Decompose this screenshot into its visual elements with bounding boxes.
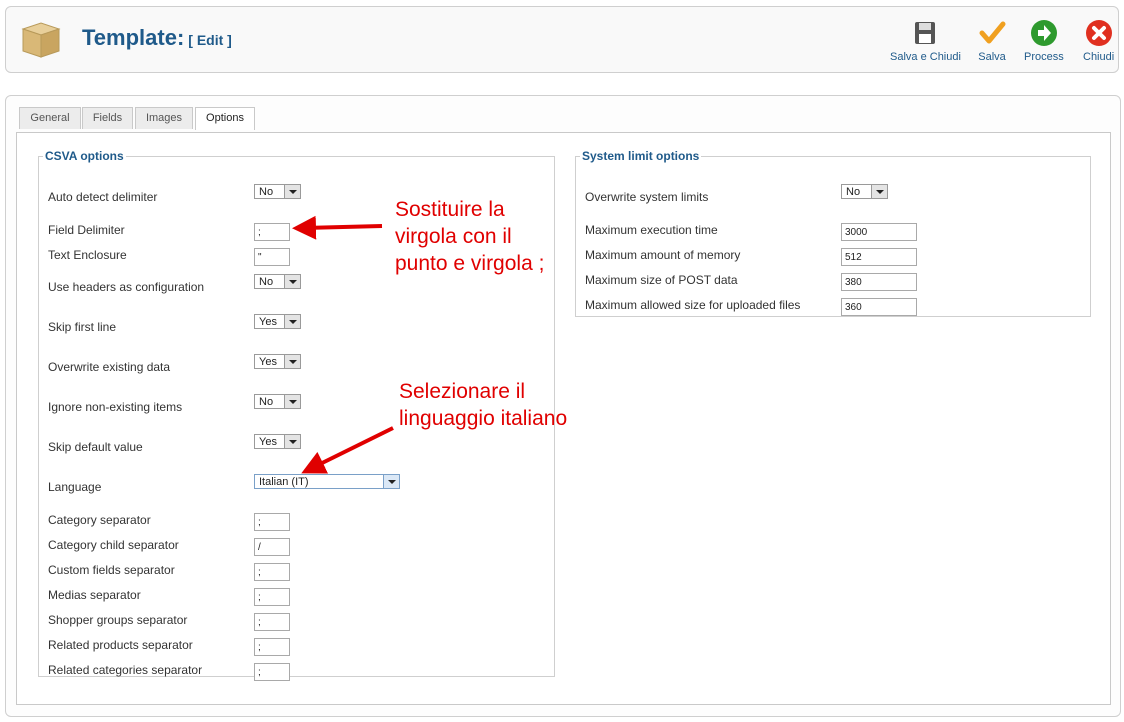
arrow-to-field-delimiter bbox=[292, 215, 383, 240]
annotation-arrows bbox=[292, 215, 394, 474]
arrow-to-language bbox=[301, 426, 394, 474]
